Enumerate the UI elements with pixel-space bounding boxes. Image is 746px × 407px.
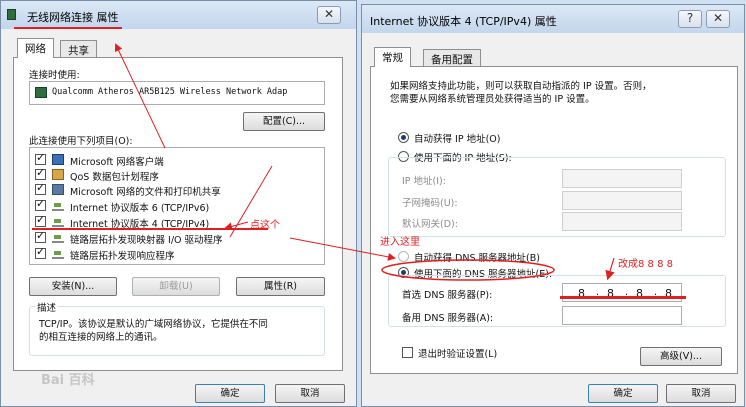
annotation-change-to: 改成8 8 8 8 — [618, 259, 673, 270]
arrow-to-title — [114, 43, 166, 149]
tab-general[interactable]: 常规 — [374, 47, 411, 67]
annotation-click-here: 点这个 — [250, 220, 280, 231]
annotation-enter-here: 进入这里 — [380, 237, 420, 248]
arrow-to-ipv4 — [224, 221, 249, 231]
tab-network[interactable]: 网络 — [17, 38, 54, 58]
arrow-to-dns-value — [605, 257, 615, 281]
arrow-to-right-dialog — [289, 237, 396, 261]
annotation-arrows — [114, 43, 615, 281]
dns-radio-highlight — [381, 259, 555, 281]
